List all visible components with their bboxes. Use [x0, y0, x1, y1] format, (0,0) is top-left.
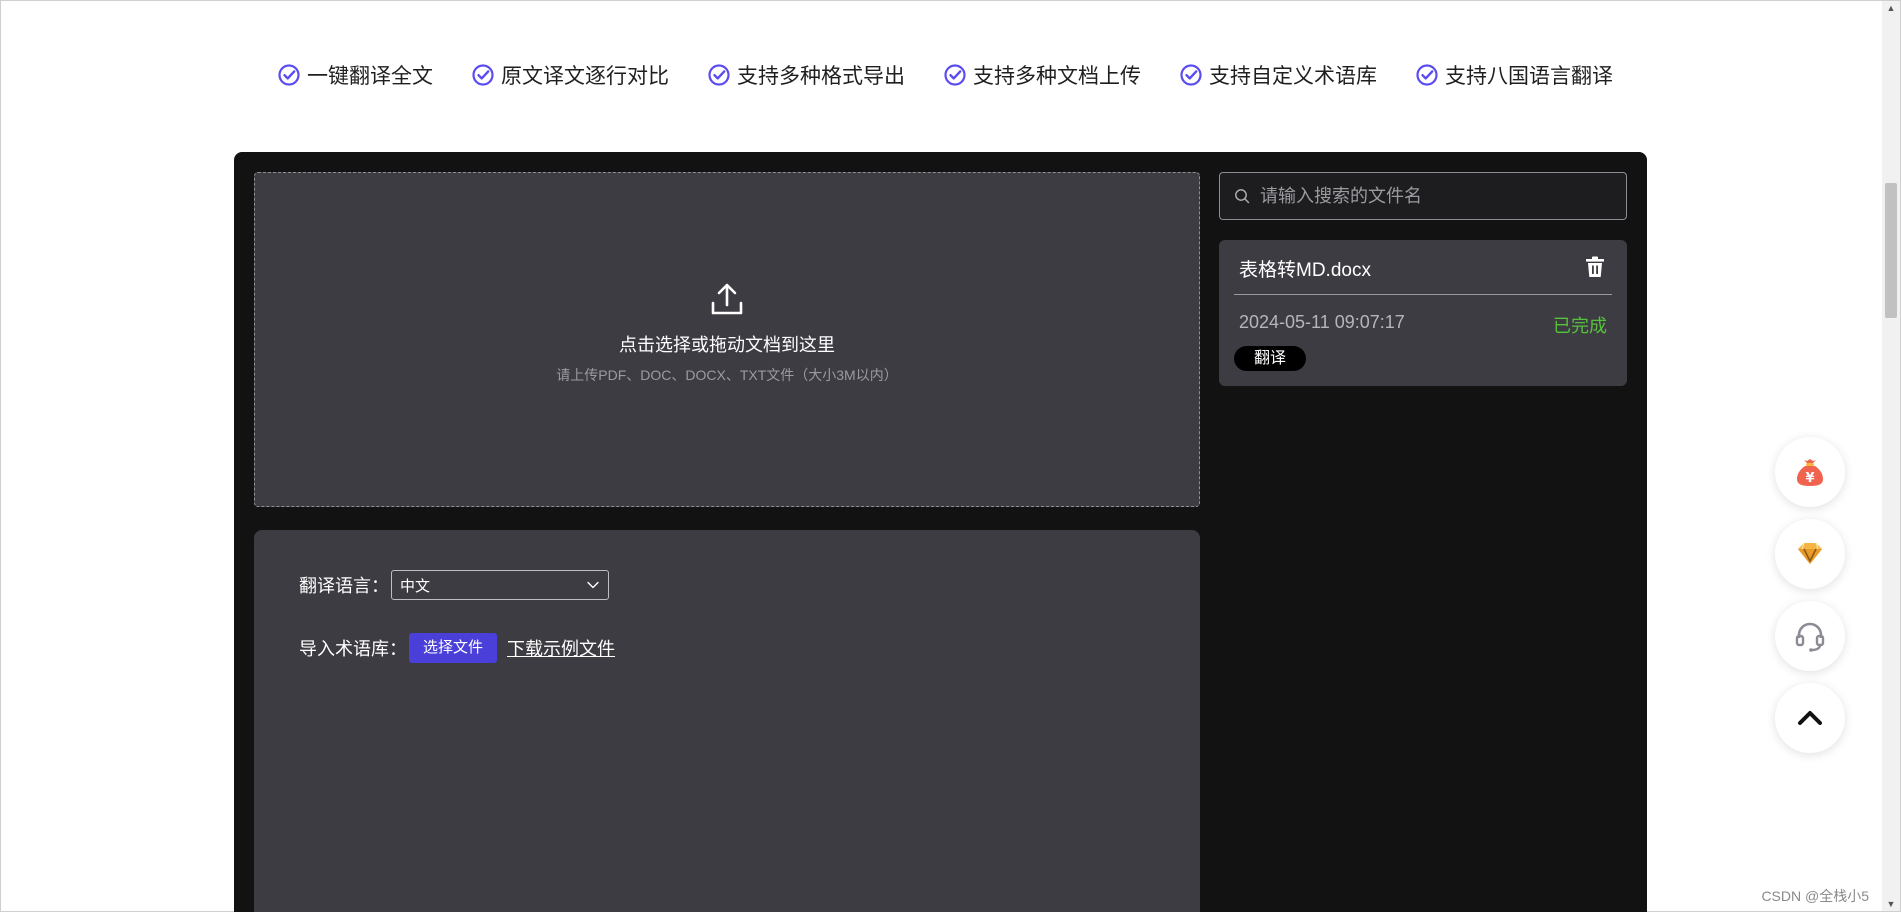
search-input[interactable]	[1260, 185, 1600, 207]
language-row: 翻译语言： 中文	[299, 570, 609, 600]
back-to-top-button[interactable]	[1775, 683, 1845, 753]
terminology-row: 导入术语库： 选择文件 下载示例文件	[299, 633, 615, 663]
language-label: 翻译语言：	[299, 576, 389, 596]
recharge-button[interactable]: ¥	[1775, 437, 1845, 507]
upload-hint: 请上传PDF、DOC、DOCX、TXT文件（大小3M以内）	[556, 366, 898, 383]
scroll-down-arrow[interactable]: ▼	[1886, 899, 1896, 909]
feature-item: 支持多种文档上传	[943, 60, 1141, 90]
feature-item: 一键翻译全文	[277, 60, 433, 90]
check-circle-icon	[278, 64, 300, 86]
scroll-up-arrow[interactable]: ▲	[1886, 3, 1896, 13]
file-card[interactable]: 表格转MD.docx 2024-05-11 09:07:17 已完成 翻译	[1219, 240, 1627, 386]
svg-text:¥: ¥	[1805, 471, 1814, 486]
customer-service-button[interactable]	[1775, 601, 1845, 671]
translate-tag[interactable]: 翻译	[1234, 346, 1307, 371]
feature-label: 支持八国语言翻译	[1445, 65, 1613, 88]
check-circle-icon	[708, 64, 730, 86]
headset-icon	[1795, 622, 1825, 652]
language-select[interactable]: 中文	[391, 570, 609, 600]
chevron-up-icon	[1798, 711, 1822, 725]
features-row: 一键翻译全文 原文译文逐行对比 支持多种格式导出 支持多种文档上传 支持自定义术…	[277, 60, 1613, 90]
watermark: CSDN @全栈小5	[1761, 888, 1869, 904]
feature-item: 原文译文逐行对比	[471, 60, 669, 90]
upload-icon	[711, 283, 743, 314]
upload-title: 点击选择或拖动文档到这里	[619, 334, 835, 355]
feature-label: 支持自定义术语库	[1209, 65, 1377, 88]
check-circle-icon	[1180, 64, 1202, 86]
language-select-value: 中文	[400, 577, 431, 595]
upload-dropzone[interactable]: 点击选择或拖动文档到这里 请上传PDF、DOC、DOCX、TXT文件（大小3M以…	[254, 172, 1200, 507]
search-icon	[1235, 189, 1250, 204]
check-circle-icon	[944, 64, 966, 86]
diamond-icon	[1798, 542, 1822, 564]
chevron-down-icon	[587, 581, 599, 589]
vip-button[interactable]	[1775, 519, 1845, 589]
feature-label: 支持多种格式导出	[737, 65, 905, 88]
check-circle-icon	[1416, 64, 1438, 86]
trash-icon[interactable]	[1583, 255, 1607, 279]
money-bag-icon: ¥	[1797, 459, 1823, 486]
feature-label: 一键翻译全文	[307, 65, 433, 88]
feature-label: 原文译文逐行对比	[501, 65, 669, 88]
file-status: 已完成	[1553, 316, 1607, 336]
file-search[interactable]	[1219, 172, 1627, 220]
download-sample-link[interactable]: 下载示例文件	[507, 635, 615, 661]
scrollbar-thumb[interactable]	[1885, 183, 1897, 318]
settings-panel: 翻译语言： 中文 导入术语库： 选择文件 下载示例文件	[254, 530, 1200, 912]
choose-file-button[interactable]: 选择文件	[409, 633, 498, 663]
scrollbar[interactable]: ▲ ▼	[1882, 1, 1900, 911]
file-time: 2024-05-11 09:07:17	[1239, 312, 1405, 332]
feature-label: 支持多种文档上传	[973, 65, 1141, 88]
file-divider	[1234, 294, 1612, 295]
terminology-label: 导入术语库：	[299, 639, 407, 659]
feature-item: 支持自定义术语库	[1179, 60, 1377, 90]
feature-item: 支持八国语言翻译	[1415, 60, 1613, 90]
file-name: 表格转MD.docx	[1239, 260, 1371, 281]
check-circle-icon	[472, 64, 494, 86]
feature-item: 支持多种格式导出	[707, 60, 905, 90]
